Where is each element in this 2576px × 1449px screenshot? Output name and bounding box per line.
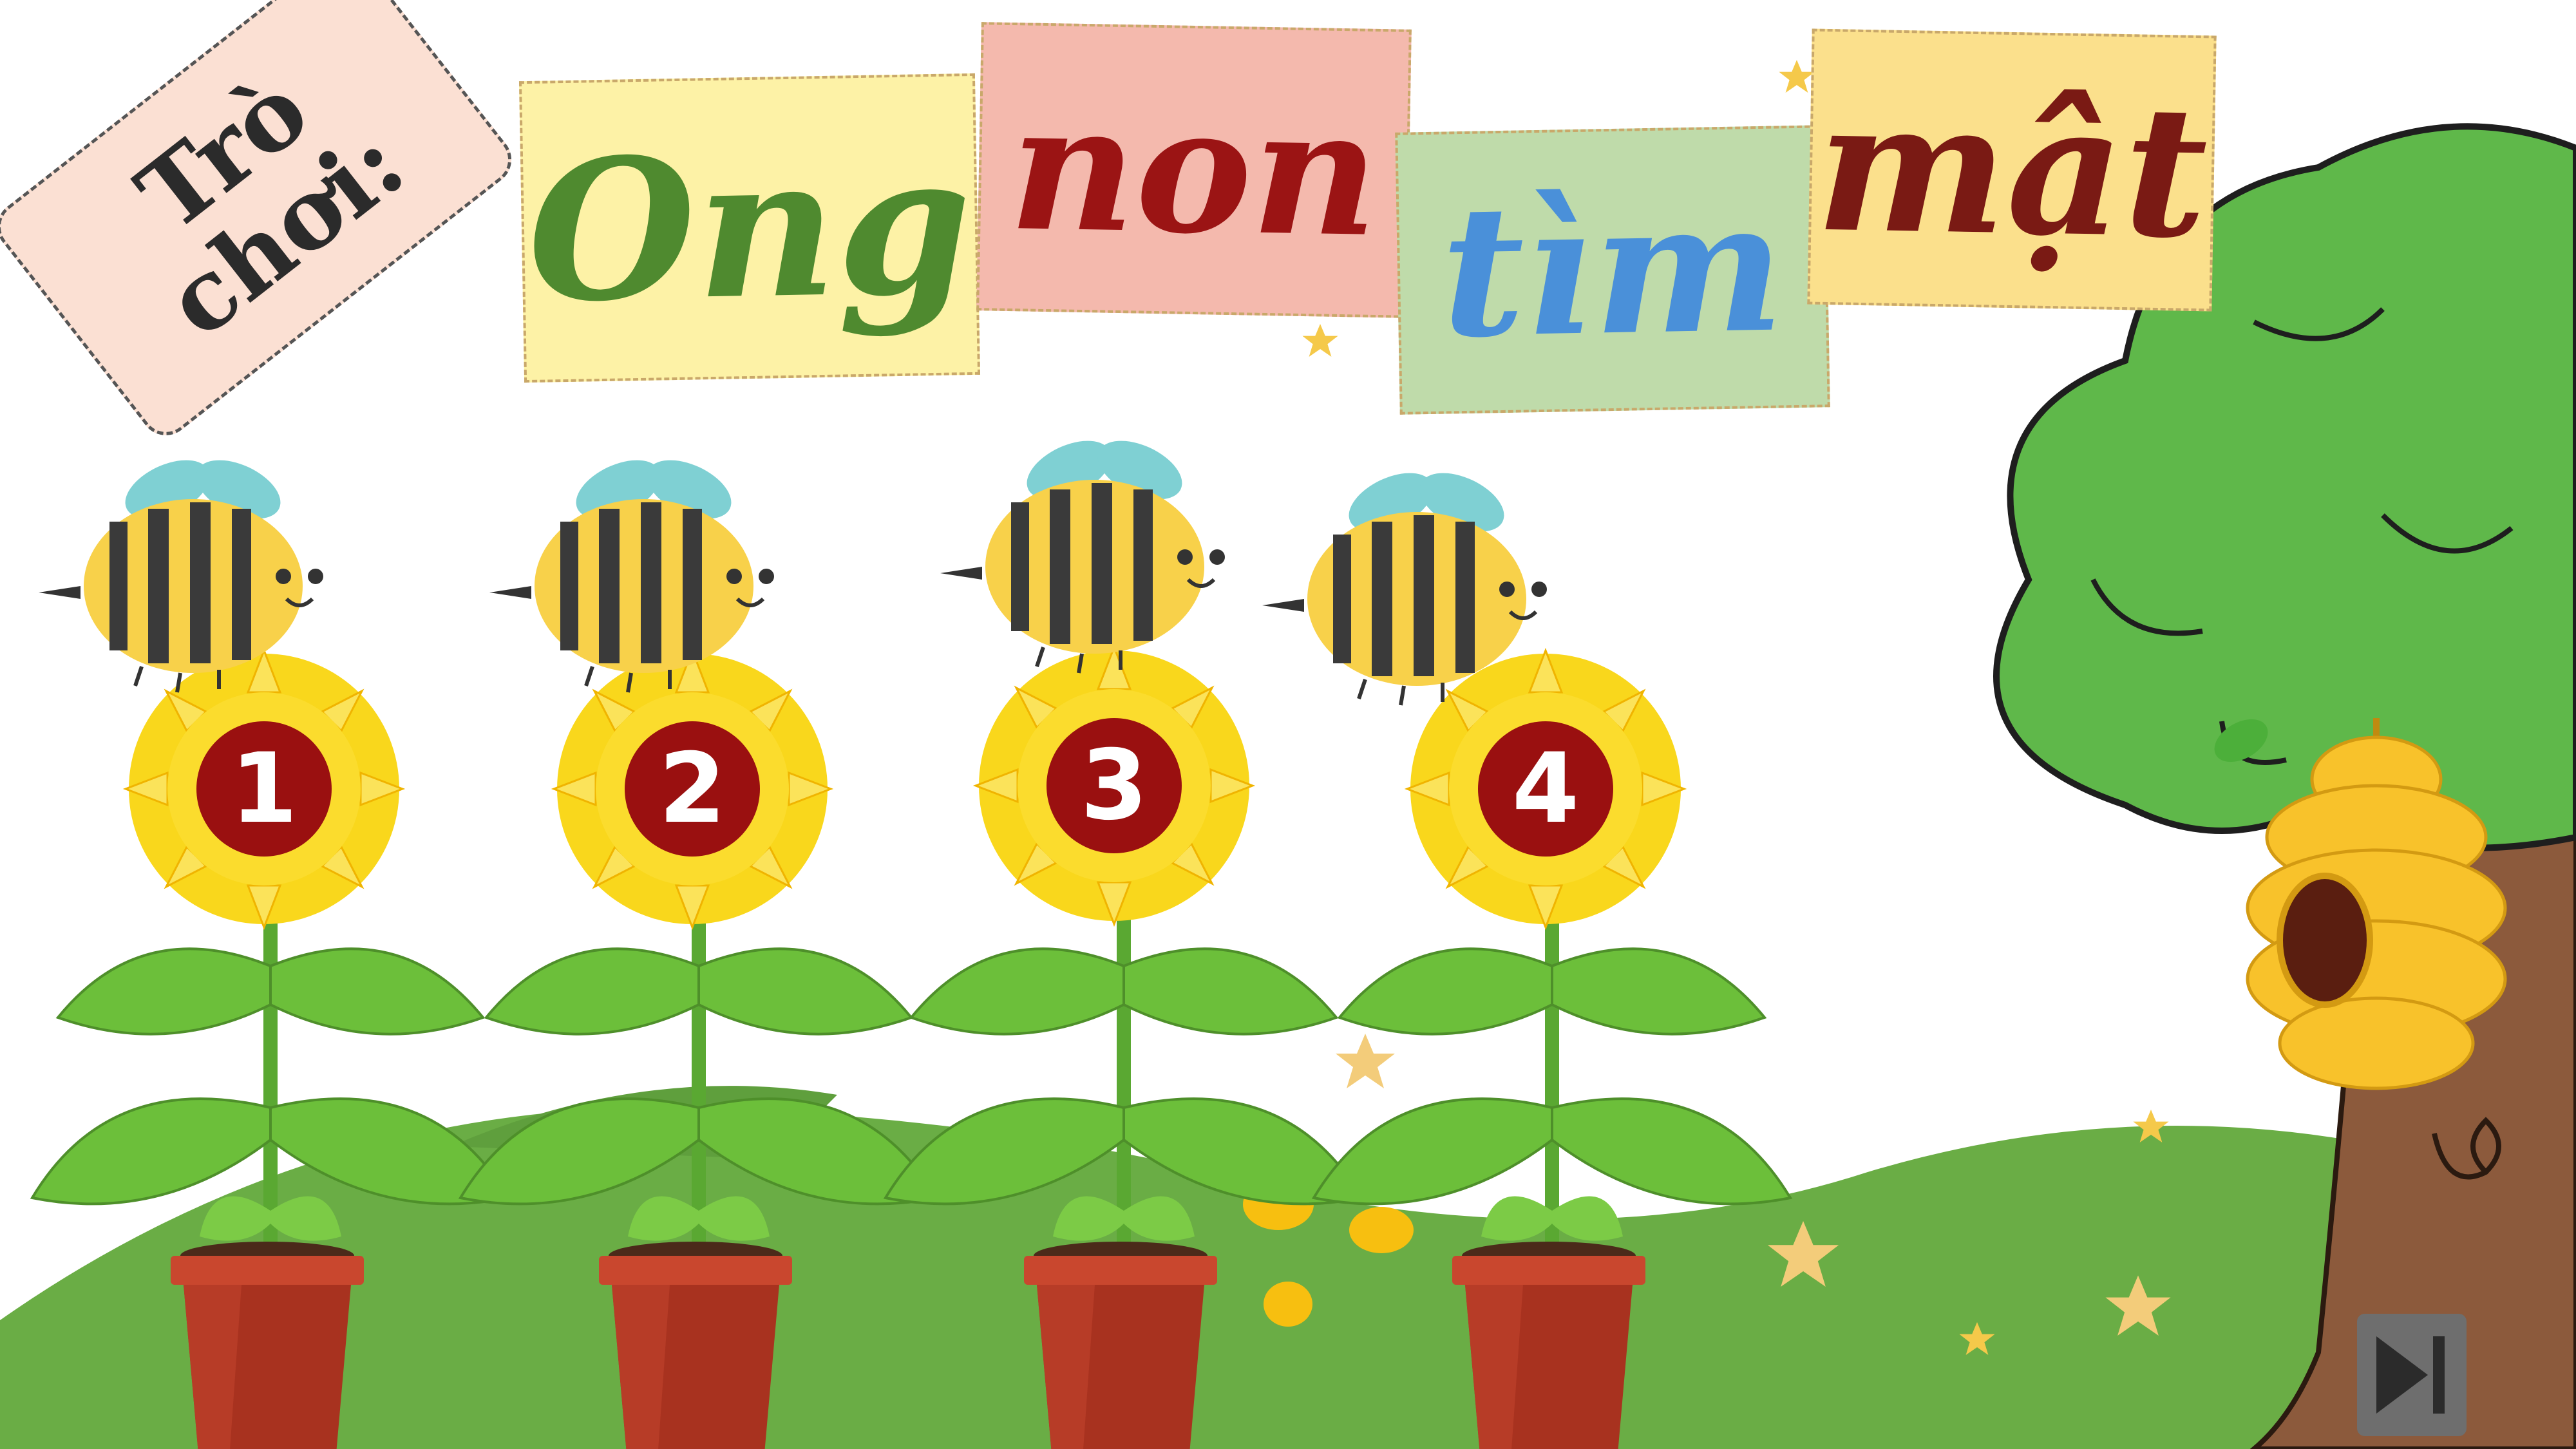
title-card-3: tìm (1395, 125, 1830, 415)
title-card-1: Ong (518, 73, 981, 383)
skip-button[interactable] (2357, 1314, 2467, 1436)
bee-2 (489, 448, 774, 692)
title-card-4: mật (1807, 28, 2217, 312)
flower-button-3[interactable]: 3 (1046, 718, 1182, 853)
bee-3 (940, 429, 1225, 673)
title-word-tim: tìm (1439, 160, 1786, 379)
flower-button-2[interactable]: 2 (625, 721, 760, 857)
title-word-ong: Ong (526, 110, 974, 345)
title-card-2: non (976, 22, 1412, 318)
flower-button-4[interactable]: 4 (1478, 721, 1613, 857)
title-word-non: non (1007, 64, 1381, 276)
title-word-mat: mật (1814, 60, 2210, 279)
skip-forward-icon (2376, 1336, 2445, 1414)
flower-button-1[interactable]: 1 (196, 721, 332, 857)
